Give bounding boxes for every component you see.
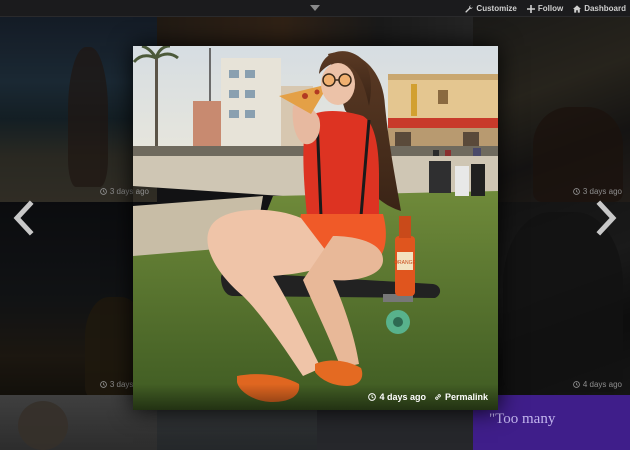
permalink-link[interactable]: Permalink	[434, 392, 488, 402]
follow-label: Follow	[537, 4, 564, 13]
wrench-icon	[465, 4, 474, 13]
dashboard-label: Dashboard	[584, 4, 626, 13]
dropdown-toggle-icon[interactable]	[310, 5, 320, 11]
top-bar-links: Customize Follow Dashboard	[465, 0, 626, 17]
customize-link[interactable]: Customize	[465, 4, 517, 13]
top-bar: Customize Follow Dashboard	[0, 0, 630, 17]
bottle-label: ORANGE	[394, 260, 416, 266]
follow-link[interactable]: Follow	[526, 4, 564, 13]
previous-arrow[interactable]	[10, 200, 36, 236]
clock-icon	[368, 393, 377, 401]
post-tile[interactable]	[157, 17, 473, 47]
photo-time: 4 days ago	[379, 392, 426, 402]
chevron-right-icon	[596, 200, 617, 236]
post-time: 3 days ago	[582, 187, 622, 196]
clock-icon	[572, 188, 580, 195]
post-time: 4 days ago	[582, 380, 622, 389]
post-meta: 3 days ago	[572, 187, 622, 196]
chevron-left-icon	[13, 200, 34, 236]
photo-image: ORANGE	[133, 46, 498, 410]
dashboard-link[interactable]: Dashboard	[573, 4, 626, 13]
photo-footer: 4 days ago Permalink	[133, 384, 498, 410]
post-meta: 4 days ago	[572, 380, 622, 389]
plus-icon	[526, 4, 535, 13]
home-icon	[573, 4, 582, 13]
link-icon	[435, 394, 441, 400]
photo-meta: 4 days ago Permalink	[368, 392, 488, 402]
featured-photo[interactable]: ORANGE 4 days ago Permalink	[133, 46, 498, 410]
clock-icon	[572, 381, 580, 388]
permalink-label: Permalink	[444, 392, 488, 402]
quote-text: "Too many	[489, 411, 556, 427]
clock-icon	[99, 381, 107, 388]
customize-label: Customize	[476, 4, 517, 13]
next-arrow[interactable]	[594, 200, 620, 236]
clock-icon	[99, 188, 107, 195]
photo-time-link[interactable]: 4 days ago	[368, 392, 426, 402]
